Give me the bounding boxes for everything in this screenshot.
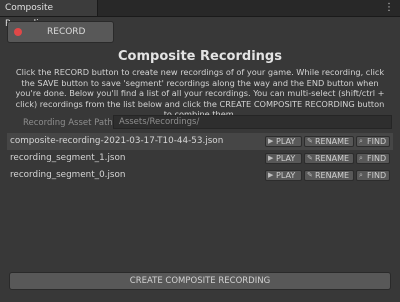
instructions-text: Click the RECORD button to create new re… [15,67,385,119]
list-item[interactable]: recording_segment_1.json ▶ PLAY ✎ RENAME ⌕… [7,150,393,167]
recordings-list: composite-recording-2021-03-17-T10-44-53… [7,133,393,184]
tab-composite-recordings[interactable]: Composite Recordings [0,0,98,29]
record-button-label: RECORD [47,27,86,37]
record-button[interactable]: RECORD [7,21,114,43]
recording-name: recording_segment_0.json [10,170,126,180]
asset-path-label: Recording Asset Path [23,118,113,128]
search-icon: ⌕ [359,137,363,145]
find-button[interactable]: ⌕ FIND [356,153,390,164]
play-button[interactable]: ▶ PLAY [265,136,302,147]
kebab-menu-icon[interactable]: ⋮ [384,1,394,15]
page-title: Composite Recordings [118,49,282,64]
pencil-icon: ✎ [307,154,313,162]
tab-bar: Composite Recordings ⋮ [0,0,400,29]
rename-button[interactable]: ✎ RENAME [304,170,354,181]
record-dot-icon [14,28,22,36]
asset-path-field[interactable]: Assets/Recordings/ [113,115,392,129]
pencil-icon: ✎ [307,171,313,179]
find-button[interactable]: ⌕ FIND [356,170,390,181]
search-icon: ⌕ [359,171,363,179]
recording-name: recording_segment_1.json [10,153,126,163]
create-composite-recording-button[interactable]: CREATE COMPOSITE RECORDING [9,272,391,290]
list-item[interactable]: composite-recording-2021-03-17-T10-44-53… [7,133,393,150]
play-button[interactable]: ▶ PLAY [265,153,302,164]
play-button[interactable]: ▶ PLAY [265,170,302,181]
rename-button[interactable]: ✎ RENAME [304,153,354,164]
find-button[interactable]: ⌕ FIND [356,136,390,147]
recording-name: composite-recording-2021-03-17-T10-44-53… [10,136,224,146]
pencil-icon: ✎ [307,137,313,145]
play-icon: ▶ [268,171,274,179]
play-icon: ▶ [268,137,274,145]
search-icon: ⌕ [359,154,363,162]
play-icon: ▶ [268,154,274,162]
list-item[interactable]: recording_segment_0.json ▶ PLAY ✎ RENAME ⌕… [7,167,393,184]
rename-button[interactable]: ✎ RENAME [304,136,354,147]
